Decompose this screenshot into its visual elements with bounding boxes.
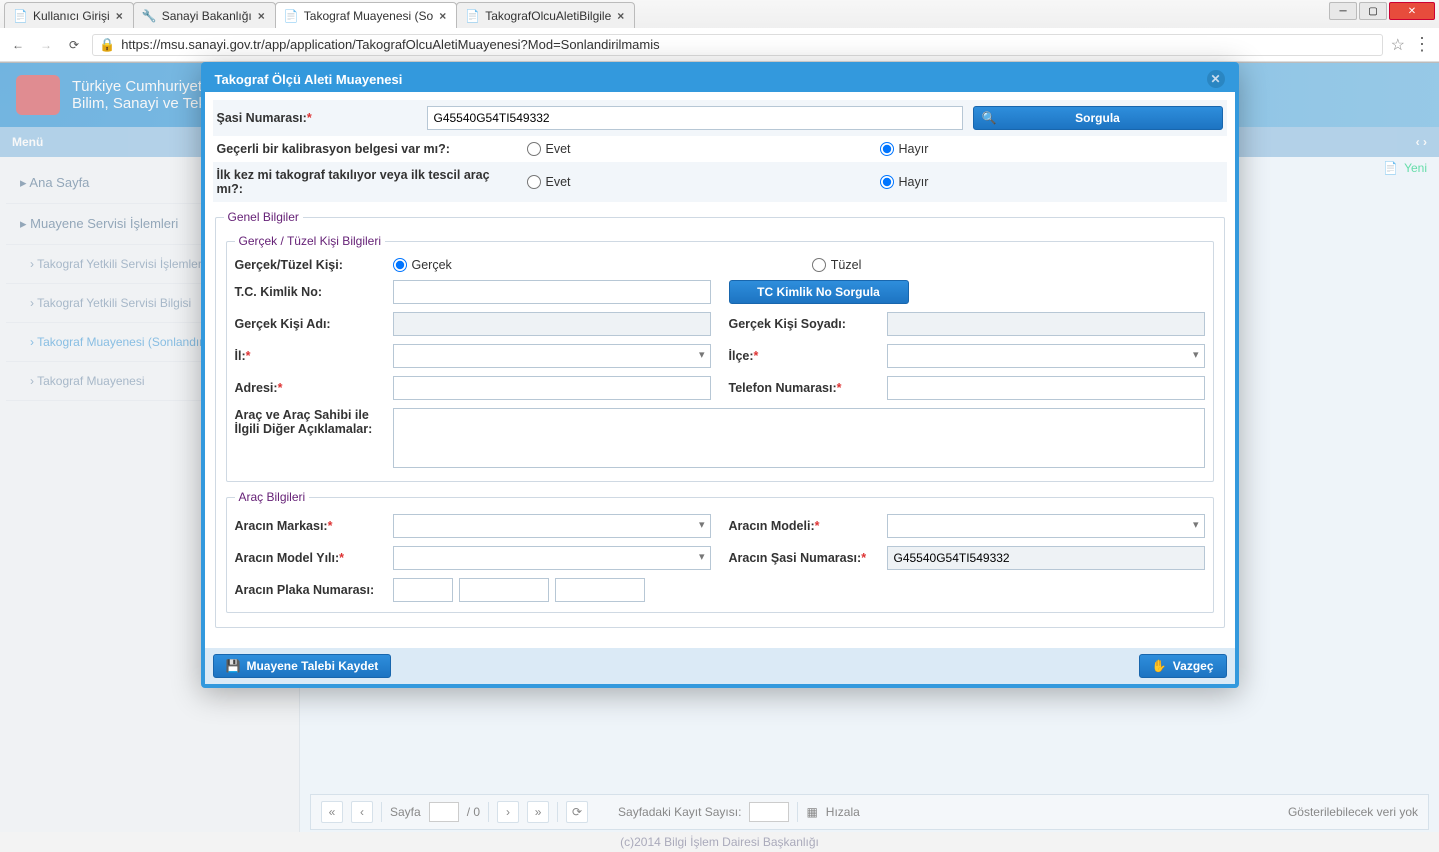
tel-input[interactable]	[887, 376, 1205, 400]
modelyili-select[interactable]	[393, 546, 711, 570]
marka-select[interactable]	[393, 514, 711, 538]
sorgula-button[interactable]: 🔍 Sorgula	[973, 106, 1223, 130]
modal-dialog: Takograf Ölçü Aleti Muayenesi ✕ Şasi Num…	[201, 62, 1239, 688]
adi-input	[393, 312, 711, 336]
genel-legend: Genel Bilgiler	[224, 210, 303, 224]
kaydet-button[interactable]: Muayene Talebi Kaydet	[213, 654, 392, 678]
ilce-label: İlçe:	[729, 349, 754, 363]
tckn-label: T.C. Kimlik No:	[235, 285, 323, 299]
modelyili-label: Aracın Model Yılı:	[235, 551, 340, 565]
adi-label: Gerçek Kişi Adı:	[235, 317, 331, 331]
ilce-select[interactable]	[887, 344, 1205, 368]
tckn-input[interactable]	[393, 280, 711, 304]
close-icon[interactable]: ✕	[1207, 70, 1225, 88]
ilkkez-evet-radio[interactable]: Evet	[527, 175, 870, 189]
model-select[interactable]	[887, 514, 1205, 538]
il-select[interactable]	[393, 344, 711, 368]
tckn-sorgula-button[interactable]: TC Kimlik No Sorgula	[729, 280, 909, 304]
search-icon: 🔍	[982, 111, 997, 125]
plaka-sayi-input[interactable]	[555, 578, 645, 602]
soyadi-input	[887, 312, 1205, 336]
modal-title: Takograf Ölçü Aleti Muayenesi	[215, 72, 403, 87]
plaka-harf-input[interactable]	[459, 578, 549, 602]
tel-label: Telefon Numarası:	[729, 381, 837, 395]
aciklama-textarea[interactable]	[393, 408, 1205, 468]
modal-backdrop: Takograf Ölçü Aleti Muayenesi ✕ Şasi Num…	[0, 0, 1439, 852]
sasi-label: Şasi Numarası:	[217, 111, 307, 125]
arac-legend: Araç Bilgileri	[235, 490, 310, 504]
kalib-hayir-radio[interactable]: Hayır	[880, 142, 1223, 156]
gercektuzel-label: Gerçek/Tüzel Kişi:	[235, 258, 343, 272]
soyadi-label: Gerçek Kişi Soyadı:	[729, 317, 846, 331]
marka-label: Aracın Markası:	[235, 519, 328, 533]
il-label: İl:	[235, 349, 246, 363]
gercek-radio[interactable]: Gerçek	[393, 258, 452, 272]
plaka-il-input[interactable]	[393, 578, 453, 602]
aracsasi-label: Aracın Şasi Numarası:	[729, 551, 862, 565]
ilkkez-hayir-radio[interactable]: Hayır	[880, 175, 1223, 189]
kalib-evet-radio[interactable]: Evet	[527, 142, 870, 156]
adres-input[interactable]	[393, 376, 711, 400]
adres-label: Adresi:	[235, 381, 278, 395]
tuzel-radio[interactable]: Tüzel	[812, 258, 862, 272]
vazgec-button[interactable]: Vazgeç	[1139, 654, 1227, 678]
aracsasi-input	[887, 546, 1205, 570]
aciklama-label: Araç ve Araç Sahibi ile İlgili Diğer Açı…	[235, 408, 373, 436]
ilkkez-label: İlk kez mi takograf takılıyor veya ilk t…	[217, 168, 490, 196]
kisi-legend: Gerçek / Tüzel Kişi Bilgileri	[235, 234, 386, 248]
plaka-label: Aracın Plaka Numarası:	[235, 583, 375, 597]
model-label: Aracın Modeli:	[729, 519, 815, 533]
kalib-label: Geçerli bir kalibrasyon belgesi var mı?:	[217, 142, 450, 156]
sasi-input[interactable]	[427, 106, 963, 130]
